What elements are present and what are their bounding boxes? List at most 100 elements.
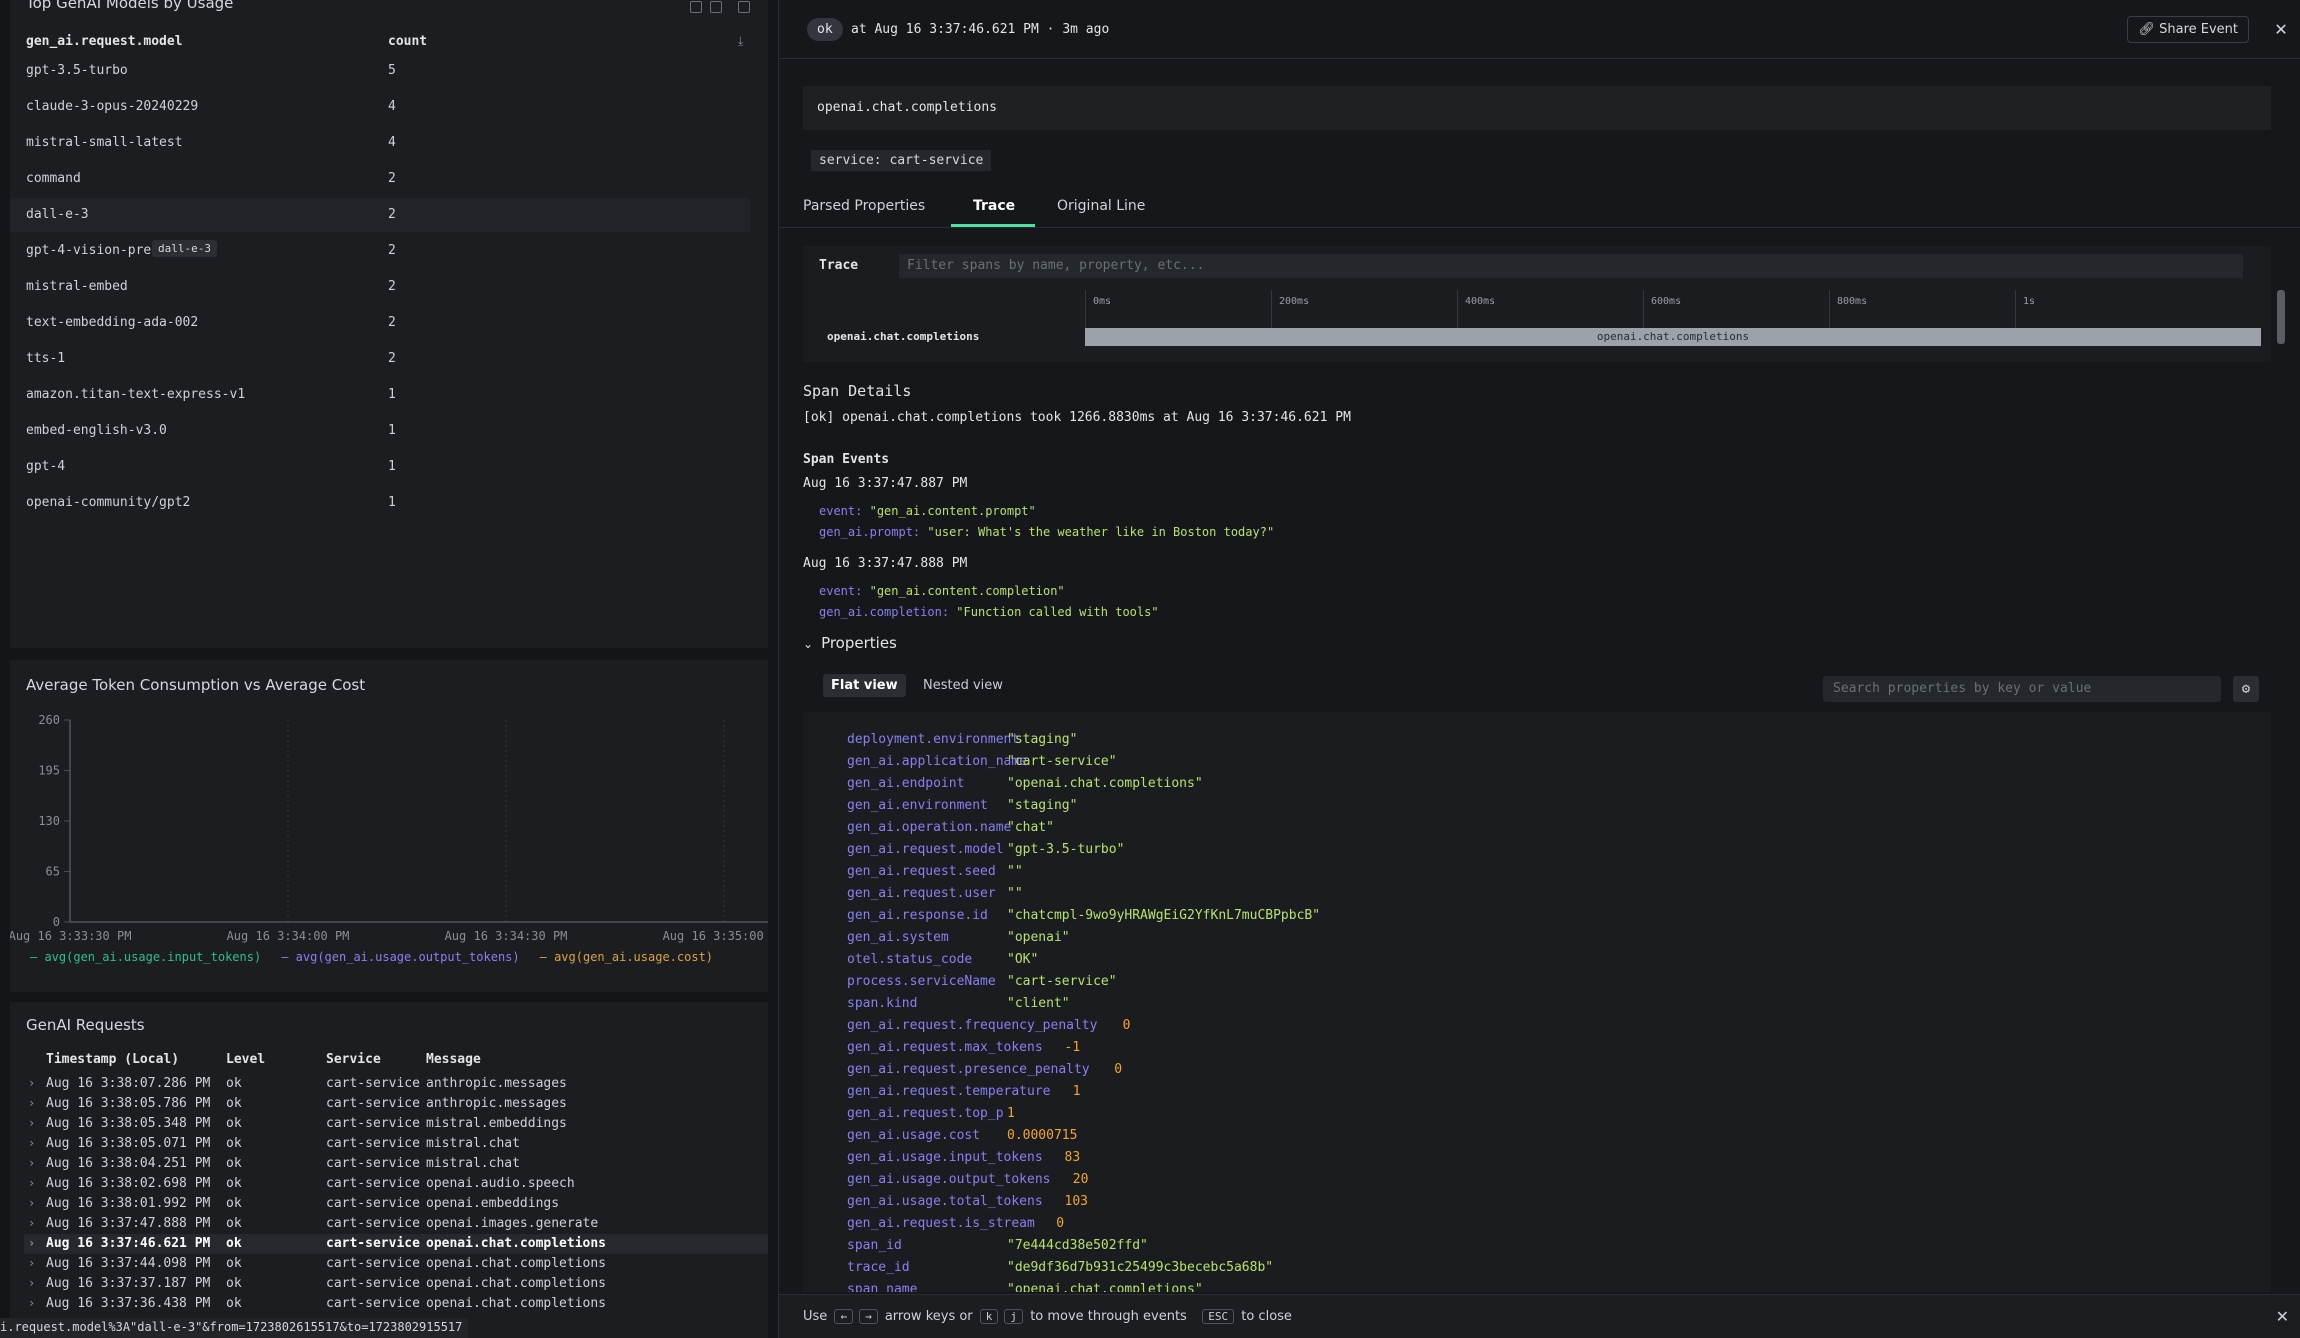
legend-entry[interactable]: — avg(gen_ai.usage.output_tokens) — [281, 950, 529, 964]
tab-original-line[interactable]: Original Line — [1057, 198, 1145, 214]
legend-entry[interactable]: — avg(gen_ai.usage.cost) — [540, 950, 723, 964]
property-row[interactable]: span_name "openai.chat.completions" — [847, 1282, 1203, 1292]
property-row[interactable]: gen_ai.request.top_p 1 — [847, 1106, 1015, 1121]
property-row[interactable]: gen_ai.usage.input_tokens 83 — [847, 1150, 1080, 1165]
property-row[interactable]: gen_ai.request.is_stream 0 — [847, 1216, 1064, 1231]
property-row[interactable]: deployment.environment "staging" — [847, 732, 1077, 747]
table-row[interactable]: command 2 — [10, 162, 750, 196]
chevron-right-icon[interactable]: › — [28, 1116, 35, 1130]
table-row[interactable]: claude-3-opus-20240229 4 — [10, 90, 750, 124]
tab-trace[interactable]: Trace — [973, 198, 1015, 214]
table-row[interactable]: › Aug 16 3:38:05.071 PM ok cart-service … — [24, 1134, 768, 1154]
table-row[interactable]: openai-community/gpt2 1 — [10, 486, 750, 520]
chevron-right-icon[interactable]: › — [28, 1236, 35, 1250]
property-row[interactable]: gen_ai.request.presence_penalty 0 — [847, 1062, 1122, 1077]
property-key: span.kind — [847, 996, 918, 1011]
table-row[interactable]: embed-english-v3.0 1 — [10, 414, 750, 448]
col-header-model[interactable]: gen_ai.request.model — [26, 34, 183, 49]
table-row[interactable]: › Aug 16 3:38:01.992 PM ok cart-service … — [24, 1194, 768, 1214]
table-row[interactable]: › Aug 16 3:37:37.187 PM ok cart-service … — [24, 1274, 768, 1294]
table-row[interactable]: mistral-small-latest 4 — [10, 126, 750, 160]
edit-icon[interactable] — [710, 1, 722, 13]
trace-filter-input[interactable]: Filter spans by name, property, etc... — [899, 254, 2243, 278]
row-service: cart-service — [326, 1296, 420, 1311]
chevron-right-icon[interactable]: › — [28, 1076, 35, 1090]
property-row[interactable]: gen_ai.request.frequency_penalty 0 — [847, 1018, 1130, 1033]
table-row[interactable]: gpt-4-vision-prev 2 — [10, 234, 750, 268]
table-row[interactable]: gpt-3.5-turbo 5 — [10, 54, 750, 88]
chevron-right-icon[interactable]: › — [28, 1096, 35, 1110]
table-row[interactable]: › Aug 16 3:38:05.786 PM ok cart-service … — [24, 1094, 768, 1114]
col-header-service[interactable]: Service — [326, 1052, 381, 1067]
property-row[interactable]: gen_ai.usage.total_tokens 103 — [847, 1194, 1088, 1209]
delete-icon[interactable] — [738, 1, 750, 13]
table-row[interactable]: dall-e-3 2 — [10, 198, 750, 232]
properties-search-input[interactable]: Search properties by key or value — [1823, 676, 2221, 702]
table-row[interactable]: › Aug 16 3:37:44.098 PM ok cart-service … — [24, 1254, 768, 1274]
row-timestamp: Aug 16 3:38:07.286 PM — [46, 1076, 211, 1091]
model-count: 1 — [388, 459, 396, 474]
property-row[interactable]: gen_ai.request.model "gpt-3.5-turbo" — [847, 842, 1124, 857]
trace-scrollbar[interactable] — [2277, 290, 2285, 344]
share-event-button[interactable]: 🔗︎ Share Event — [2127, 16, 2249, 43]
table-row[interactable]: › Aug 16 3:38:02.698 PM ok cart-service … — [24, 1174, 768, 1194]
table-row[interactable]: gpt-4 1 — [10, 450, 750, 484]
table-row[interactable]: › Aug 16 3:37:47.888 PM ok cart-service … — [24, 1214, 768, 1234]
property-row[interactable]: gen_ai.usage.cost 0.0000715 — [847, 1128, 1077, 1143]
property-row[interactable]: process.serviceName "cart-service" — [847, 974, 1117, 989]
chevron-right-icon[interactable]: › — [28, 1136, 35, 1150]
chevron-right-icon[interactable]: › — [28, 1296, 35, 1310]
col-header-count[interactable]: count — [388, 34, 427, 49]
chevron-right-icon[interactable]: › — [28, 1256, 35, 1270]
property-row[interactable]: span.kind "client" — [847, 996, 1070, 1011]
property-row[interactable]: gen_ai.request.max_tokens -1 — [847, 1040, 1080, 1055]
close-footer-icon[interactable]: ✕ — [2276, 1307, 2289, 1326]
property-row[interactable]: gen_ai.usage.output_tokens 20 — [847, 1172, 1088, 1187]
gear-icon[interactable]: ⚙ — [2233, 676, 2259, 702]
table-row[interactable]: amazon.titan-text-express-v1 1 — [10, 378, 750, 412]
property-key: gen_ai.request.presence_penalty — [847, 1062, 1090, 1077]
table-row[interactable]: › Aug 16 3:38:04.251 PM ok cart-service … — [24, 1154, 768, 1174]
chevron-right-icon[interactable]: › — [28, 1196, 35, 1210]
property-row[interactable]: gen_ai.request.temperature 1 — [847, 1084, 1081, 1099]
properties-header[interactable]: ⌄ Properties — [803, 634, 897, 652]
table-row[interactable]: › Aug 16 3:37:36.438 PM ok cart-service … — [24, 1294, 768, 1314]
property-row[interactable]: gen_ai.request.seed "" — [847, 864, 1023, 879]
table-row[interactable]: › Aug 16 3:38:05.348 PM ok cart-service … — [24, 1114, 768, 1134]
col-header-message[interactable]: Message — [426, 1052, 481, 1067]
property-row[interactable]: gen_ai.response.id "chatcmpl-9wo9yHRAWgEi… — [847, 908, 1320, 923]
col-header-timestamp[interactable]: Timestamp (Local) — [46, 1052, 179, 1067]
property-key: otel.status_code — [847, 952, 973, 967]
property-row[interactable]: gen_ai.request.user "" — [847, 886, 1023, 901]
table-row[interactable]: text-embedding-ada-002 2 — [10, 306, 750, 340]
tab-parsed-properties[interactable]: Parsed Properties — [803, 198, 925, 214]
chevron-right-icon[interactable]: › — [28, 1156, 35, 1170]
table-row[interactable]: › Aug 16 3:37:46.621 PM ok cart-service … — [24, 1234, 768, 1254]
chevron-right-icon[interactable]: › — [28, 1176, 35, 1190]
copy-icon[interactable] — [690, 1, 702, 13]
property-row[interactable]: gen_ai.system "openai" — [847, 930, 1070, 945]
property-row[interactable]: gen_ai.environment "staging" — [847, 798, 1077, 813]
legend-entry[interactable]: — avg(gen_ai.usage.input_tokens) — [30, 950, 271, 964]
chevron-right-icon[interactable]: › — [28, 1276, 35, 1290]
property-row[interactable]: span_id "7e444cd38e502ffd" — [847, 1238, 1148, 1253]
table-row[interactable]: mistral-embed 2 — [10, 270, 750, 304]
table-row[interactable]: tts-1 2 — [10, 342, 750, 376]
property-row[interactable]: gen_ai.application_name "cart-service" — [847, 754, 1117, 769]
nested-view-tab[interactable]: Nested view — [915, 674, 1011, 697]
span-bar[interactable]: openai.chat.completions — [1085, 328, 2261, 346]
property-key: gen_ai.system — [847, 930, 949, 945]
close-icon[interactable]: ✕ — [2275, 16, 2287, 40]
flat-view-tab[interactable]: Flat view — [823, 674, 906, 697]
col-header-level[interactable]: Level — [226, 1052, 265, 1067]
download-icon[interactable]: ⤓ — [738, 34, 743, 49]
chevron-right-icon[interactable]: › — [28, 1216, 35, 1230]
property-row[interactable]: trace_id "de9df36d7b931c25499c3becebc5a68… — [847, 1260, 1273, 1275]
property-row[interactable]: otel.status_code "OK" — [847, 952, 1038, 967]
attr-key: event: — [819, 504, 863, 518]
span-summary: [ok] openai.chat.completions took 1266.8… — [803, 410, 1351, 425]
property-row[interactable]: gen_ai.operation.name "chat" — [847, 820, 1054, 835]
span-name[interactable]: openai.chat.completions — [827, 330, 979, 343]
property-row[interactable]: gen_ai.endpoint "openai.chat.completions" — [847, 776, 1203, 791]
table-row[interactable]: › Aug 16 3:38:07.286 PM ok cart-service … — [24, 1074, 768, 1094]
